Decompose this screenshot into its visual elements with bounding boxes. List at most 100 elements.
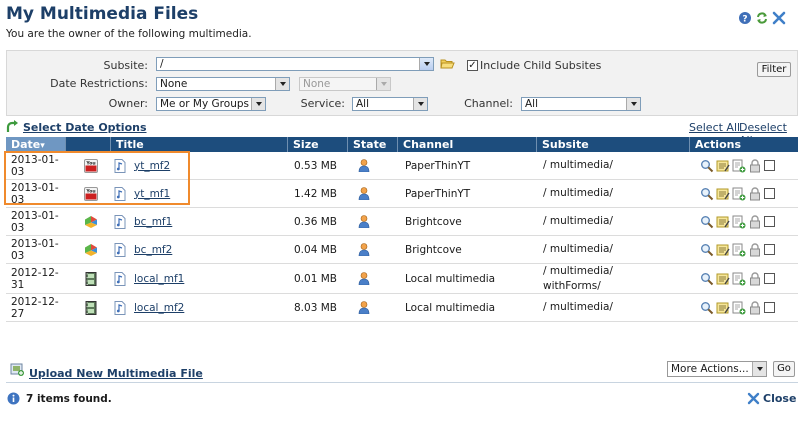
close-icon[interactable] — [772, 11, 786, 25]
table-row: 2012-12-27 local_mf2 8.03 MB Local multimed… — [6, 294, 798, 322]
row-title-link[interactable]: bc_mf2 — [134, 236, 284, 263]
column-title[interactable]: Title — [110, 137, 287, 152]
row-select-checkbox[interactable] — [764, 273, 775, 284]
upload-new-file-link[interactable]: Upload New Multimedia File — [29, 367, 203, 380]
copy-icon[interactable] — [732, 272, 746, 286]
row-select-checkbox[interactable] — [764, 188, 775, 199]
view-icon[interactable] — [700, 159, 714, 173]
channel-label: Channel: — [464, 97, 513, 110]
table-row: 2012-12-31 local_mf1 0.01 MB Local multimed… — [6, 264, 798, 294]
channel-select[interactable]: All — [521, 97, 641, 111]
edit-icon[interactable] — [716, 215, 730, 229]
row-title-link[interactable]: bc_mf1 — [134, 208, 284, 235]
row-channel: Local multimedia — [405, 301, 496, 314]
copy-icon[interactable] — [732, 243, 746, 257]
view-icon[interactable] — [700, 301, 714, 315]
filter-button[interactable]: Filter — [757, 62, 791, 77]
owner-select[interactable]: Me or My Groups — [156, 97, 266, 111]
date-restrictions-select[interactable]: None — [156, 77, 290, 91]
table-row: 2013-01-03 bc_mf1 0.36 MB Brightcove / multi… — [6, 208, 798, 236]
close-x-icon[interactable] — [747, 392, 760, 405]
row-size: 1.42 MB — [294, 187, 337, 200]
state-user-icon — [353, 264, 393, 293]
help-icon[interactable]: ? — [738, 11, 752, 25]
row-subsite: / multimedia/ — [543, 215, 613, 227]
view-icon[interactable] — [700, 187, 714, 201]
column-size[interactable]: Size — [287, 137, 347, 152]
info-icon — [7, 392, 20, 405]
row-actions — [695, 152, 795, 179]
lock-icon — [748, 158, 762, 173]
include-child-checkbox[interactable]: ✓ — [467, 60, 478, 71]
film-icon — [84, 294, 106, 321]
row-title-link[interactable]: local_mf2 — [134, 294, 284, 321]
file-icon[interactable] — [114, 294, 130, 321]
edit-icon[interactable] — [716, 272, 730, 286]
state-user-icon — [353, 294, 393, 321]
brightcove-icon — [84, 208, 106, 235]
more-actions-select[interactable]: More Actions... — [667, 361, 767, 377]
row-select-checkbox[interactable] — [764, 216, 775, 227]
row-subsite: / multimedia/ — [543, 187, 613, 199]
edit-icon[interactable] — [716, 187, 730, 201]
row-actions — [695, 180, 795, 207]
edit-icon[interactable] — [716, 159, 730, 173]
select-date-options-link[interactable]: Select Date Options — [23, 121, 147, 134]
file-icon[interactable] — [114, 264, 130, 293]
service-label: Service: — [300, 97, 345, 110]
table-header: Date▾ Title Size State Channel Subsite A… — [6, 137, 798, 152]
row-size: 0.04 MB — [294, 243, 337, 256]
column-date[interactable]: Date▾ — [6, 137, 65, 152]
row-channel: Local multimedia — [405, 272, 496, 285]
row-size: 0.01 MB — [294, 272, 337, 285]
subsite-input[interactable]: / — [156, 57, 434, 71]
row-subsite-line1: / multimedia/ — [543, 264, 613, 277]
row-select-checkbox[interactable] — [764, 244, 775, 255]
page-subtitle: You are the owner of the following multi… — [6, 28, 252, 40]
select-all-link[interactable]: Select All — [689, 121, 740, 134]
copy-icon[interactable] — [732, 187, 746, 201]
close-link[interactable]: Close — [763, 392, 796, 405]
refresh-icon[interactable] — [755, 11, 769, 25]
brightcove-icon — [84, 236, 106, 263]
view-icon[interactable] — [700, 272, 714, 286]
row-size: 0.36 MB — [294, 215, 337, 228]
column-state[interactable]: State — [347, 137, 397, 152]
row-actions — [695, 294, 795, 321]
row-channel: Brightcove — [405, 215, 462, 228]
copy-icon[interactable] — [732, 159, 746, 173]
row-subsite: / multimedia/withForms/ — [538, 264, 688, 293]
lock-icon — [748, 242, 762, 257]
file-icon[interactable] — [114, 208, 130, 235]
column-subsite[interactable]: Subsite — [536, 137, 689, 152]
view-icon[interactable] — [700, 215, 714, 229]
edit-icon[interactable] — [716, 243, 730, 257]
arrow-icon — [6, 120, 19, 133]
state-user-icon — [353, 208, 393, 235]
row-actions — [695, 236, 795, 263]
row-select-checkbox[interactable] — [764, 160, 775, 171]
view-icon[interactable] — [700, 243, 714, 257]
copy-icon[interactable] — [732, 215, 746, 229]
row-select-checkbox[interactable] — [764, 302, 775, 313]
lock-icon — [748, 271, 762, 286]
owner-label: Owner: — [108, 97, 148, 110]
upload-icon — [10, 362, 24, 376]
row-subsite-line2: withForms/ — [543, 279, 601, 292]
file-icon[interactable] — [114, 236, 130, 263]
copy-icon[interactable] — [732, 301, 746, 315]
row-channel: Brightcove — [405, 243, 462, 256]
date-restrictions-label: Date Restrictions: — [50, 77, 148, 90]
column-type — [65, 137, 110, 152]
row-subsite: / multimedia/ — [543, 243, 613, 255]
row-date: 2013-01-03 — [11, 237, 59, 262]
service-select[interactable]: All — [352, 97, 428, 111]
state-user-icon — [353, 180, 393, 207]
row-title-link[interactable]: local_mf1 — [134, 264, 284, 293]
row-actions — [695, 208, 795, 235]
edit-icon[interactable] — [716, 301, 730, 315]
folder-icon[interactable] — [440, 57, 455, 70]
column-channel[interactable]: Channel — [397, 137, 536, 152]
go-button[interactable]: Go — [773, 361, 795, 377]
lock-icon — [748, 214, 762, 229]
